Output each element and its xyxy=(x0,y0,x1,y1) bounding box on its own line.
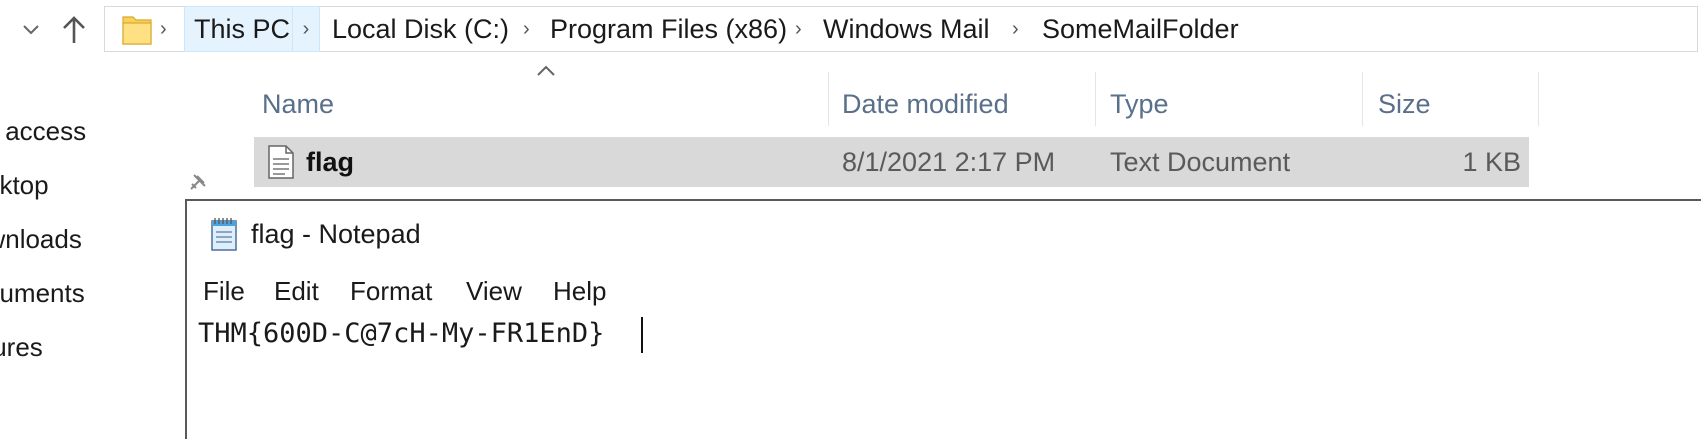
breadcrumb-somemailfolder[interactable]: SomeMailFolder xyxy=(1042,6,1239,52)
menu-format[interactable]: Format xyxy=(350,271,432,311)
nav-item-desktop[interactable]: esktop xyxy=(0,170,49,201)
column-header-size[interactable]: Size xyxy=(1378,80,1431,128)
file-date-modified: 8/1/2021 2:17 PM xyxy=(842,147,1056,177)
notepad-text-area[interactable]: THM{600D-C@7cH-My-FR1EnD} xyxy=(198,313,604,355)
column-divider[interactable] xyxy=(1362,72,1363,126)
file-row[interactable]: flag 8/1/2021 2:17 PM Text Document 1 KB xyxy=(254,137,1529,187)
breadcrumb-separator[interactable]: › xyxy=(1012,6,1019,52)
column-header-type[interactable]: Type xyxy=(1110,80,1169,128)
sort-ascending-icon xyxy=(536,60,556,83)
column-header-name[interactable]: Name xyxy=(262,80,334,128)
column-divider[interactable] xyxy=(828,72,829,126)
breadcrumb-separator[interactable]: › xyxy=(160,6,167,52)
folder-icon xyxy=(122,13,152,45)
file-name[interactable]: flag xyxy=(306,137,354,187)
breadcrumb-local-disk[interactable]: Local Disk (C:) xyxy=(332,6,509,52)
menu-file[interactable]: File xyxy=(203,271,245,311)
chevron-down-icon[interactable] xyxy=(14,8,48,52)
breadcrumb-windows-mail[interactable]: Windows Mail xyxy=(823,6,990,52)
nav-item-downloads[interactable]: ownloads xyxy=(0,224,82,255)
breadcrumb-separator[interactable]: › xyxy=(523,6,530,52)
up-arrow-icon[interactable] xyxy=(54,8,94,52)
file-size: 1 KB xyxy=(1462,147,1521,177)
breadcrumb-this-pc[interactable]: This PC xyxy=(184,6,301,52)
nav-item-documents[interactable]: ocuments xyxy=(0,278,85,309)
column-divider[interactable] xyxy=(1538,72,1539,126)
column-divider[interactable] xyxy=(1095,72,1096,126)
pin-icon[interactable] xyxy=(186,172,208,199)
menu-help[interactable]: Help xyxy=(553,271,606,311)
column-header-date-modified[interactable]: Date modified xyxy=(842,80,1009,128)
nav-item-quick-access[interactable]: ck access xyxy=(0,116,86,147)
nav-item-pictures[interactable]: ctures xyxy=(0,332,43,363)
text-caret xyxy=(641,317,643,353)
breadcrumb-program-files[interactable]: Program Files (x86) xyxy=(550,6,787,52)
breadcrumb-separator[interactable]: › xyxy=(292,6,320,52)
menu-view[interactable]: View xyxy=(466,271,522,311)
notepad-title: flag - Notepad xyxy=(251,219,421,249)
file-type: Text Document xyxy=(1110,147,1291,177)
menu-edit[interactable]: Edit xyxy=(274,271,319,311)
breadcrumb-separator[interactable]: › xyxy=(795,6,802,52)
notepad-icon xyxy=(206,216,242,257)
text-file-icon xyxy=(268,145,294,184)
